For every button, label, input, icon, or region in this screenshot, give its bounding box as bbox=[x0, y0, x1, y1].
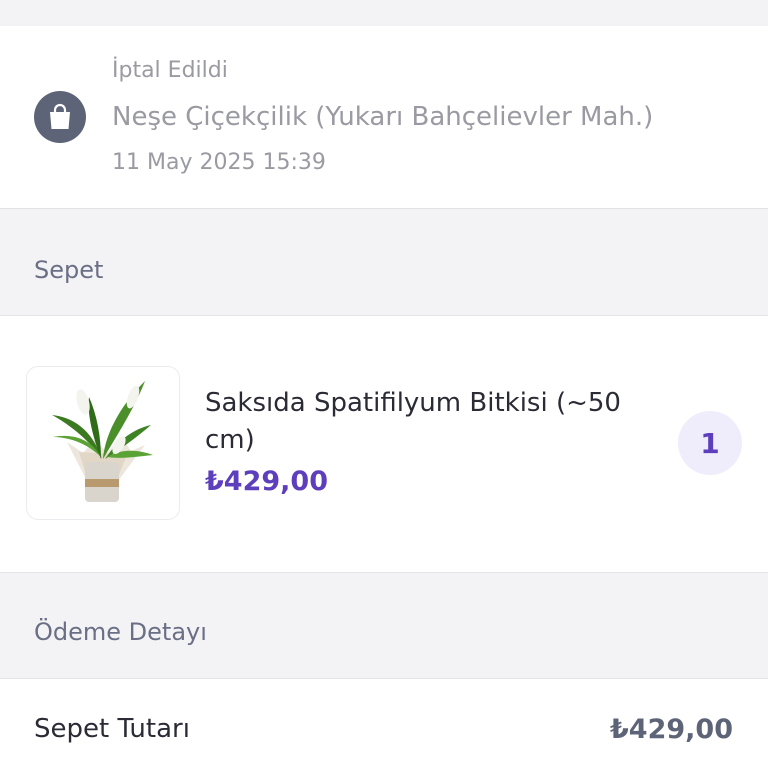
order-date: 11 May 2025 15:39 bbox=[112, 150, 326, 175]
basket-section-title: Sepet bbox=[34, 256, 104, 284]
product-image[interactable] bbox=[26, 366, 180, 520]
product-name: Saksıda Spatifilyum Bitkisi (~50 cm) bbox=[205, 388, 621, 455]
payment-section-title: Ödeme Detayı bbox=[34, 618, 207, 646]
product-price: ₺429,00 bbox=[205, 466, 328, 497]
basket-total-value: ₺429,00 bbox=[610, 714, 733, 745]
shopping-bag-icon bbox=[34, 91, 86, 143]
store-name: Neşe Çiçekçilik (Yukarı Bahçelievler Mah… bbox=[112, 102, 654, 132]
order-status: İptal Edildi bbox=[112, 58, 228, 83]
quantity-badge: 1 bbox=[678, 411, 742, 475]
basket-total-label: Sepet Tutarı bbox=[34, 714, 190, 744]
top-strip bbox=[0, 0, 768, 24]
